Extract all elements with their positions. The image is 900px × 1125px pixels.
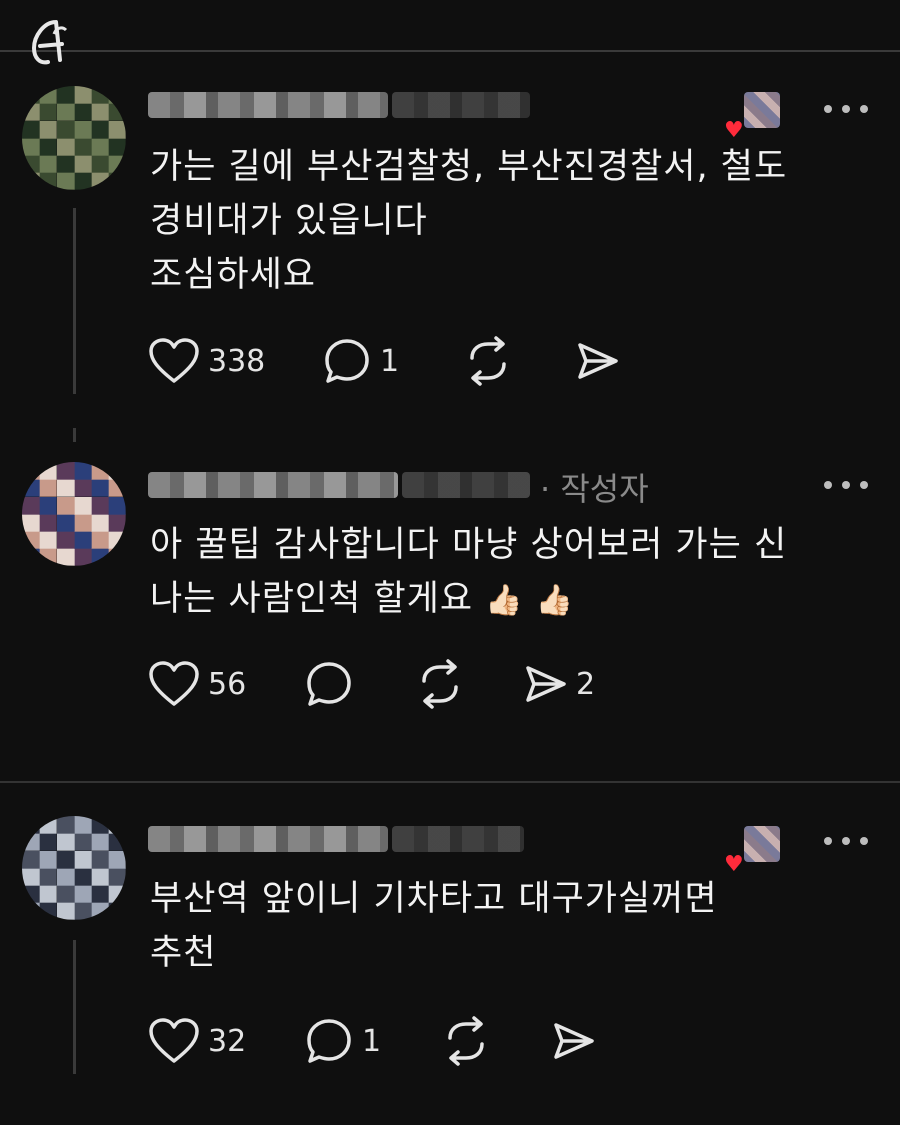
username-blurred[interactable] [148, 92, 388, 118]
username-blurred-secondary [402, 472, 530, 498]
share-button[interactable]: 2 [524, 657, 595, 711]
reply-count: 1 [380, 343, 400, 379]
share-count: 2 [576, 666, 596, 702]
repost-button[interactable] [440, 1014, 492, 1068]
heart-outline-icon [149, 1018, 199, 1063]
repost-arrows-icon [470, 336, 506, 386]
liked-by-author-avatar [744, 92, 780, 128]
section-divider [0, 781, 900, 783]
like-count: 32 [208, 1023, 247, 1059]
comment-bubble-icon [307, 1019, 351, 1063]
like-button[interactable]: 32 [148, 1014, 246, 1068]
username-blurred[interactable] [148, 472, 398, 498]
username-blurred-secondary [392, 92, 530, 118]
top-divider [0, 50, 900, 52]
thread-line [73, 940, 76, 1074]
heart-outline-icon [149, 661, 199, 706]
thread-line [73, 208, 76, 394]
share-button[interactable] [552, 1014, 596, 1068]
more-dots-icon[interactable] [824, 478, 868, 492]
avatar[interactable] [22, 462, 126, 566]
repost-button[interactable] [462, 334, 514, 388]
like-button[interactable]: 56 [148, 657, 246, 711]
thread-line-stub [73, 428, 76, 442]
reply-button[interactable] [304, 657, 354, 711]
thumbs-up-emoji: 👍🏻 [485, 583, 524, 618]
username-blurred[interactable] [148, 826, 388, 852]
send-arrow-icon [554, 1023, 594, 1059]
send-arrow-icon [526, 666, 566, 702]
avatar[interactable] [22, 86, 126, 190]
reply-count: 1 [362, 1023, 382, 1059]
like-count: 338 [208, 343, 266, 379]
more-dots-icon[interactable] [824, 102, 868, 116]
share-button[interactable] [576, 334, 620, 388]
comment-text: 가는 길에 부산검찰청, 부산진경찰서, 철도 경비대가 있읍니다 조심하세요 [150, 147, 788, 295]
like-button[interactable]: 338 [148, 334, 265, 388]
author-tag: · 작성자 [540, 470, 649, 508]
more-dots-icon[interactable] [824, 834, 868, 848]
watermark-logo [31, 20, 68, 65]
repost-arrows-icon [448, 1016, 484, 1066]
thumbs-up-emoji: 👍🏻 [535, 583, 575, 618]
send-arrow-icon [578, 343, 618, 379]
reply-button[interactable]: 1 [322, 334, 399, 388]
avatar[interactable] [22, 816, 126, 920]
repost-arrows-icon [422, 659, 458, 709]
repost-button[interactable] [414, 657, 466, 711]
liked-by-author-avatar [744, 826, 780, 862]
username-blurred-secondary [392, 826, 524, 852]
comment-text: 아 꿀팁 감사합니다 마냥 상어보러 가는 신 나는 사람인척 할게요 👍🏻 👍… [150, 518, 787, 628]
heart-badge-icon: ♥ [724, 852, 744, 877]
comment-text-content: 아 꿀팁 감사합니다 마냥 상어보러 가는 신 나는 사람인척 할게요 [150, 525, 788, 619]
comment-bubble-icon [307, 662, 351, 706]
comment-bubble-icon [325, 339, 369, 383]
comment-text: 부산역 앞이니 기차타고 대구가실꺼면 추천 [150, 879, 718, 973]
heart-badge-icon: ♥ [724, 118, 744, 143]
heart-outline-icon [149, 338, 199, 383]
like-count: 56 [208, 666, 247, 702]
reply-button[interactable]: 1 [304, 1014, 381, 1068]
